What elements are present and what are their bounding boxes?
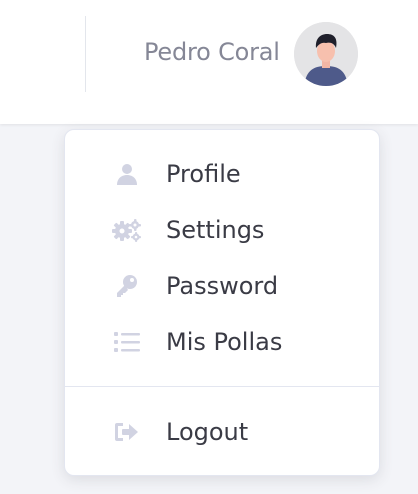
user-name[interactable]: Pedro Coral [144, 36, 280, 68]
menu-item-logout[interactable]: Logout [65, 406, 379, 458]
user-icon [111, 161, 143, 187]
cogs-icon [111, 217, 143, 243]
menu-item-label: Mis Pollas [166, 328, 283, 356]
sign-out-icon [111, 419, 143, 445]
topbar-divider [85, 16, 86, 92]
user-dropdown-menu: Profile Settings Password Mis Pollas Log… [64, 129, 380, 476]
menu-divider [65, 386, 379, 387]
menu-item-mis-pollas[interactable]: Mis Pollas [65, 316, 379, 368]
avatar[interactable] [294, 22, 358, 86]
topbar: Pedro Coral [0, 0, 418, 124]
logout-label: Logout [166, 418, 249, 446]
list-icon [111, 329, 143, 355]
menu-item-profile[interactable]: Profile [65, 148, 379, 200]
menu-item-label: Profile [166, 160, 241, 188]
menu-item-settings[interactable]: Settings [65, 204, 379, 256]
menu-item-password[interactable]: Password [65, 260, 379, 312]
avatar-image [294, 22, 358, 86]
menu-item-label: Password [166, 272, 279, 300]
menu-item-label: Settings [166, 216, 265, 244]
key-icon [111, 273, 143, 299]
